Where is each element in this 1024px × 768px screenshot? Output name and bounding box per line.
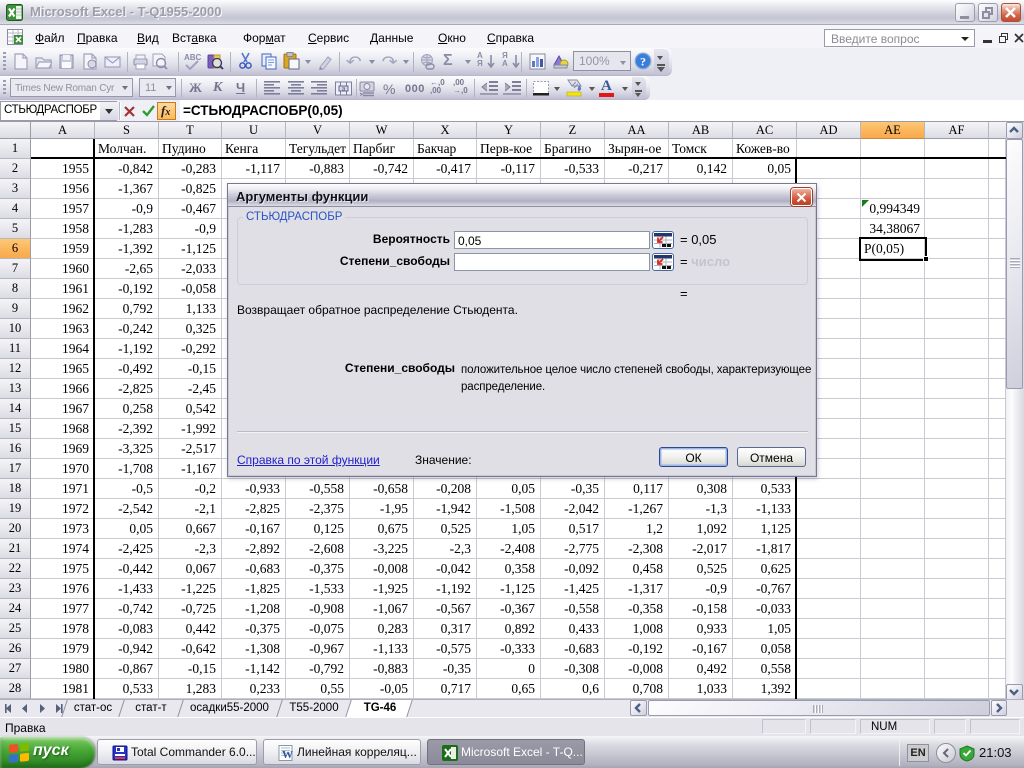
svg-text:?: ? [640,55,646,69]
svg-text:W: W [282,749,293,761]
